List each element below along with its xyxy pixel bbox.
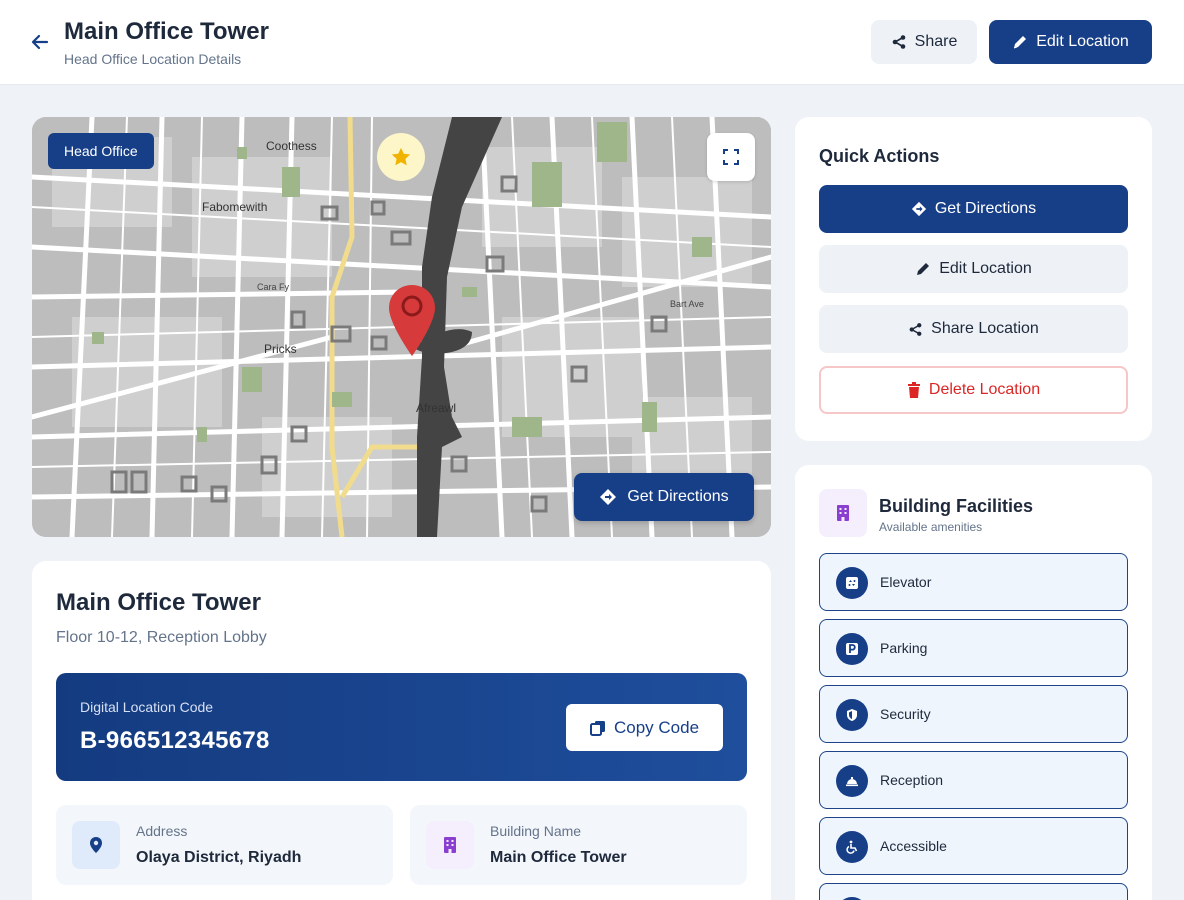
shield-icon (836, 699, 868, 731)
facility-name: Reception (880, 772, 944, 788)
address-icon-wrap (72, 821, 120, 869)
star-icon (391, 147, 411, 166)
address-label: Address (136, 823, 188, 839)
map-label-6: Bart Ave (670, 299, 704, 309)
share-icon (909, 322, 922, 336)
building-tile: Building Name Main Office Tower (410, 805, 747, 885)
directions-icon (911, 201, 926, 217)
facility-name: Accessible (880, 838, 947, 854)
location-info-card: Main Office Tower Floor 10-12, Reception… (32, 561, 771, 900)
qa-edit-location-label: Edit Location (939, 260, 1032, 277)
qa-delete-location-button[interactable]: Delete Location (819, 366, 1128, 414)
quick-actions-card: Quick Actions Get Directions Edit Locati… (795, 117, 1152, 441)
facility-name: Elevator (880, 574, 932, 590)
qa-edit-location-button[interactable]: Edit Location (819, 245, 1128, 293)
wheelchair-icon (836, 831, 868, 863)
facility-item-security[interactable]: Security (819, 685, 1128, 743)
head-office-badge: Head Office (48, 133, 154, 169)
expand-icon (723, 149, 739, 165)
page-subtitle: Head Office Location Details (64, 51, 242, 67)
building-label: Building Name (490, 823, 582, 839)
building-icon (444, 837, 456, 853)
facility-item-reception[interactable]: Reception (819, 751, 1128, 809)
map-label-3: Pricks (264, 342, 297, 356)
copy-code-label: Copy Code (613, 717, 700, 737)
facility-name: Parking (880, 640, 928, 656)
trash-icon (907, 382, 920, 398)
qa-delete-location-label: Delete Location (928, 381, 1041, 398)
bell-icon (836, 765, 868, 797)
map-pin-icon (90, 837, 102, 853)
address-value: Olaya District, Riyadh (136, 849, 302, 866)
map-get-directions-label: Get Directions (627, 488, 729, 505)
facilities-subtitle: Available amenities (879, 520, 983, 534)
map-label-5: Cara Fy (257, 282, 290, 292)
building-facilities-card: Building Facilities Available amenities … (795, 465, 1152, 900)
location-name: Main Office Tower (56, 589, 261, 616)
facility-item-elevator[interactable]: Elevator (819, 553, 1128, 611)
edit-location-label: Edit Location (1036, 33, 1129, 50)
location-floor: Floor 10-12, Reception Lobby (56, 629, 267, 646)
map-label-2: Fabomewith (202, 200, 268, 214)
location-pin-icon (389, 285, 435, 356)
pencil-icon (1014, 36, 1027, 49)
address-tile: Address Olaya District, Riyadh (56, 805, 393, 885)
copy-code-button[interactable]: Copy Code (566, 704, 723, 751)
directions-icon (600, 489, 617, 505)
facilities-title: Building Facilities (879, 496, 1034, 516)
share-button[interactable]: Share (871, 20, 977, 64)
digital-code-value: B-966512345678 (80, 727, 270, 754)
favorite-marker[interactable] (377, 133, 425, 181)
qa-get-directions-button[interactable]: Get Directions (819, 185, 1128, 233)
qa-share-location-button[interactable]: Share Location (819, 305, 1128, 353)
elevator-icon (836, 567, 868, 599)
copy-icon (589, 720, 605, 736)
map-label-1: Coothess (266, 139, 317, 153)
facilities-icon-wrap (819, 489, 867, 537)
digital-code-box: Digital Location Code B-966512345678 Cop… (56, 673, 747, 781)
facility-item-accessible[interactable]: Accessible (819, 817, 1128, 875)
facility-item-more[interactable] (819, 883, 1128, 900)
qa-share-location-label: Share Location (931, 320, 1039, 337)
pencil-icon (917, 263, 930, 275)
arrow-left-icon (31, 34, 49, 50)
share-icon (892, 35, 905, 49)
facility-name: Security (880, 706, 931, 722)
map-label-4: Afreawl (416, 401, 457, 415)
building-icon-wrap (426, 821, 474, 869)
facility-item-parking[interactable]: Parking (819, 619, 1128, 677)
edit-location-button[interactable]: Edit Location (989, 20, 1152, 64)
parking-icon (836, 633, 868, 665)
quick-actions-title: Quick Actions (819, 146, 940, 166)
fullscreen-button[interactable] (707, 133, 755, 181)
location-map[interactable]: Coothess Fabomewith Pricks Afreawl Cara … (32, 117, 771, 537)
building-value: Main Office Tower (490, 849, 627, 866)
page-title: Main Office Tower (64, 18, 269, 45)
page-header: Main Office Tower Head Office Location D… (0, 0, 1184, 85)
back-button[interactable] (28, 30, 52, 54)
building-icon (837, 505, 849, 521)
digital-code-label: Digital Location Code (80, 699, 214, 715)
qa-get-directions-label: Get Directions (934, 200, 1037, 217)
map-get-directions-button[interactable]: Get Directions (574, 473, 754, 521)
share-button-label: Share (914, 33, 958, 50)
